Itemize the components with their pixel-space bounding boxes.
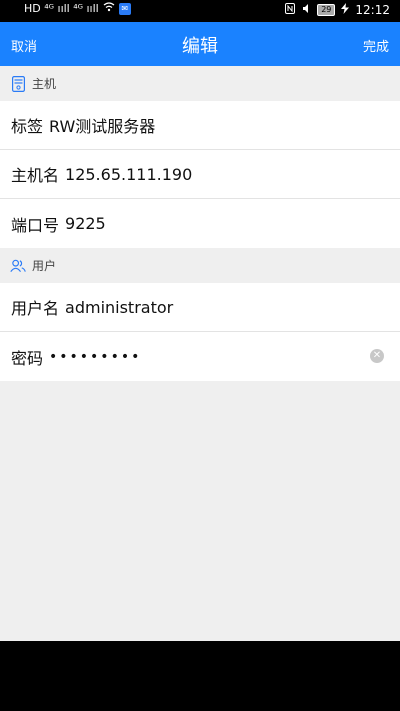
section-title-host: 主机 (32, 77, 57, 91)
password-field-value[interactable]: ••••••••• (49, 349, 141, 365)
status-time: 12:12 (355, 3, 390, 17)
status-left: HD ⁴ᴳ ııll ⁴ᴳ ııll ✉ (24, 2, 131, 15)
mute-icon (301, 3, 311, 17)
password-field-label: 密码 (11, 348, 44, 368)
navigation-bar: 取消 编辑 完成 (0, 22, 400, 66)
section-title-user: 用户 (32, 259, 57, 273)
page-title: 编辑 (182, 36, 218, 57)
hostname-field-label: 主机名 (11, 166, 60, 185)
bottom-bar (0, 641, 400, 711)
label-field-label: 标签 (11, 117, 44, 136)
status-bar: HD ⁴ᴳ ııll ⁴ᴳ ııll ✉ 29 12:12 (0, 0, 400, 22)
charging-icon (341, 3, 350, 17)
hostname-field-value[interactable]: 125.65.111.190 (65, 165, 192, 184)
hostname-field[interactable]: 主机名 125.65.111.190 (0, 150, 400, 199)
username-field[interactable]: 用户名 administrator (0, 283, 400, 332)
port-field[interactable]: 端口号 9225 (0, 199, 400, 248)
status-right: 29 12:12 (285, 3, 390, 17)
section-header-host: 主机 (0, 66, 400, 101)
user-fields: 用户名 administrator 密码 ••••••••• ✕ (0, 283, 400, 381)
password-field[interactable]: 密码 ••••••••• ✕ (0, 332, 400, 381)
section-header-user: 用户 (0, 248, 400, 283)
port-field-label: 端口号 (11, 215, 60, 235)
notification-app-icon: ✉ (118, 2, 131, 15)
battery-level: 29 (317, 4, 336, 16)
server-icon (10, 75, 26, 92)
users-icon (10, 258, 26, 274)
app-screen: HD ⁴ᴳ ııll ⁴ᴳ ııll ✉ 29 12:12 取消 编辑 完成 主… (0, 0, 400, 711)
label-field-value[interactable]: RW测试服务器 (49, 113, 155, 137)
wifi-icon (103, 2, 115, 15)
signal-indicators: HD ⁴ᴳ ııll ⁴ᴳ ııll (24, 2, 99, 15)
port-field-value[interactable]: 9225 (65, 214, 106, 233)
edit-form: 主机 标签 RW测试服务器 主机名 125.65.111.190 端口号 922… (0, 66, 400, 641)
done-button[interactable]: 完成 (363, 36, 389, 55)
clear-password-icon[interactable]: ✕ (370, 349, 384, 363)
nfc-icon (285, 3, 296, 17)
label-field[interactable]: 标签 RW测试服务器 (0, 101, 400, 150)
username-field-value[interactable]: administrator (65, 298, 173, 317)
username-field-label: 用户名 (11, 299, 60, 318)
host-fields: 标签 RW测试服务器 主机名 125.65.111.190 端口号 9225 (0, 101, 400, 248)
